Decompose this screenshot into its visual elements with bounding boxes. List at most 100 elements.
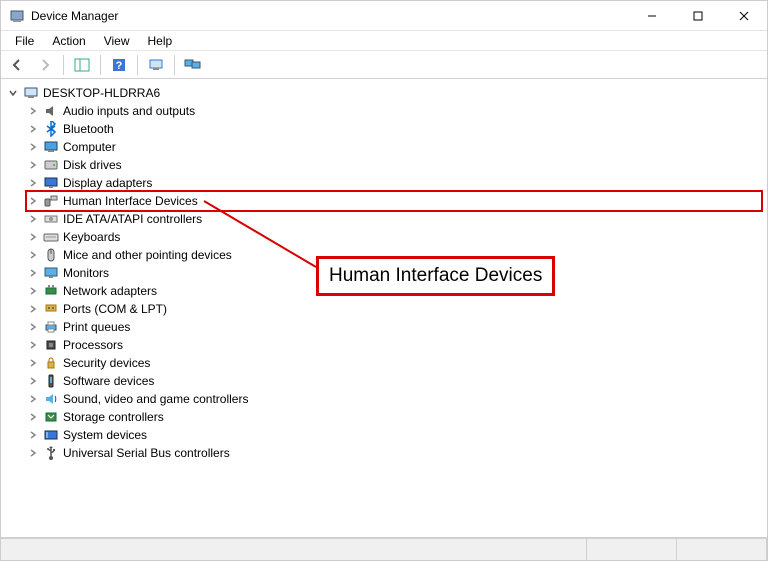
- chevron-right-icon[interactable]: [27, 159, 39, 171]
- chevron-right-icon[interactable]: [27, 285, 39, 297]
- maximize-button[interactable]: [675, 1, 721, 31]
- toolbar-separator: [174, 55, 175, 75]
- software-icon: [43, 373, 59, 389]
- keyboard-icon: [43, 229, 59, 245]
- chevron-right-icon[interactable]: [27, 231, 39, 243]
- annotation-callout: Human Interface Devices: [316, 256, 555, 296]
- menubar: File Action View Help: [1, 31, 767, 51]
- chevron-right-icon[interactable]: [27, 393, 39, 405]
- tree-category-node[interactable]: Universal Serial Bus controllers: [27, 444, 761, 462]
- tree-category-node[interactable]: Computer: [27, 138, 761, 156]
- chevron-right-icon[interactable]: [27, 141, 39, 153]
- chevron-down-icon[interactable]: [7, 87, 19, 99]
- chevron-right-icon[interactable]: [27, 195, 39, 207]
- chevron-right-icon[interactable]: [27, 357, 39, 369]
- printer-icon: [43, 319, 59, 335]
- tree-category-label: Display adapters: [63, 176, 152, 190]
- svg-text:?: ?: [116, 60, 123, 72]
- scan-hardware-button[interactable]: [144, 54, 168, 76]
- tree-category-label: IDE ATA/ATAPI controllers: [63, 212, 202, 226]
- tree-category-label: Security devices: [63, 356, 150, 370]
- chevron-right-icon[interactable]: [27, 375, 39, 387]
- usb-icon: [43, 445, 59, 461]
- menu-help[interactable]: Help: [140, 32, 181, 50]
- minimize-button[interactable]: [629, 1, 675, 31]
- tree-category-node[interactable]: Audio inputs and outputs: [27, 102, 761, 120]
- menu-action[interactable]: Action: [44, 32, 93, 50]
- tree-category-label: Storage controllers: [63, 410, 164, 424]
- tree-category-node[interactable]: Human Interface Devices: [27, 192, 761, 210]
- tree-category-label: Network adapters: [63, 284, 157, 298]
- menu-file[interactable]: File: [7, 32, 42, 50]
- ports-icon: [43, 301, 59, 317]
- chevron-right-icon[interactable]: [27, 123, 39, 135]
- tree-category-label: Audio inputs and outputs: [63, 104, 195, 118]
- tree-category-label: Human Interface Devices: [63, 194, 198, 208]
- toolbar-separator: [100, 55, 101, 75]
- device-tree[interactable]: DESKTOP-HLDRRA6 Audio inputs and outputs…: [1, 80, 767, 538]
- tree-root-label: DESKTOP-HLDRRA6: [43, 86, 160, 100]
- tree-category-node[interactable]: Software devices: [27, 372, 761, 390]
- network-icon: [43, 283, 59, 299]
- chevron-right-icon[interactable]: [27, 429, 39, 441]
- tree-category-node[interactable]: Disk drives: [27, 156, 761, 174]
- chevron-right-icon[interactable]: [27, 177, 39, 189]
- cpu-icon: [43, 337, 59, 353]
- back-button[interactable]: [5, 54, 29, 76]
- status-cell: [677, 539, 767, 560]
- chevron-right-icon[interactable]: [27, 447, 39, 459]
- titlebar: Device Manager: [1, 1, 767, 31]
- tree-root-node[interactable]: DESKTOP-HLDRRA6: [7, 84, 761, 102]
- security-icon: [43, 355, 59, 371]
- chevron-right-icon[interactable]: [27, 339, 39, 351]
- tree-category-node[interactable]: Keyboards: [27, 228, 761, 246]
- toolbar-separator: [137, 55, 138, 75]
- window-title: Device Manager: [31, 9, 118, 23]
- tree-category-label: System devices: [63, 428, 147, 442]
- computer-icon: [23, 85, 39, 101]
- tree-category-node[interactable]: IDE ATA/ATAPI controllers: [27, 210, 761, 228]
- show-hide-tree-button[interactable]: [70, 54, 94, 76]
- tree-category-node[interactable]: System devices: [27, 426, 761, 444]
- monitors-button[interactable]: [181, 54, 205, 76]
- display-icon: [43, 175, 59, 191]
- tree-category-node[interactable]: Sound, video and game controllers: [27, 390, 761, 408]
- storage-icon: [43, 409, 59, 425]
- chevron-right-icon[interactable]: [27, 213, 39, 225]
- tree-category-label: Keyboards: [63, 230, 120, 244]
- tree-category-node[interactable]: Processors: [27, 336, 761, 354]
- bluetooth-icon: [43, 121, 59, 137]
- chevron-right-icon[interactable]: [27, 303, 39, 315]
- sound-icon: [43, 391, 59, 407]
- disk-icon: [43, 157, 59, 173]
- chevron-right-icon[interactable]: [27, 267, 39, 279]
- menu-view[interactable]: View: [96, 32, 138, 50]
- toolbar: ?: [1, 51, 767, 79]
- tree-category-label: Computer: [63, 140, 116, 154]
- annotation-text: Human Interface Devices: [329, 265, 542, 286]
- tree-category-label: Monitors: [63, 266, 109, 280]
- tree-category-node[interactable]: Display adapters: [27, 174, 761, 192]
- tree-category-node[interactable]: Security devices: [27, 354, 761, 372]
- tree-category-node[interactable]: Storage controllers: [27, 408, 761, 426]
- tree-category-label: Ports (COM & LPT): [63, 302, 167, 316]
- mouse-icon: [43, 247, 59, 263]
- forward-button[interactable]: [33, 54, 57, 76]
- tree-category-label: Bluetooth: [63, 122, 114, 136]
- tree-category-node[interactable]: Ports (COM & LPT): [27, 300, 761, 318]
- tree-category-label: Software devices: [63, 374, 154, 388]
- chevron-right-icon[interactable]: [27, 249, 39, 261]
- chevron-right-icon[interactable]: [27, 411, 39, 423]
- tree-category-node[interactable]: Bluetooth: [27, 120, 761, 138]
- tree-category-label: Print queues: [63, 320, 130, 334]
- chevron-right-icon[interactable]: [27, 105, 39, 117]
- tree-category-node[interactable]: Print queues: [27, 318, 761, 336]
- tree-category-label: Disk drives: [63, 158, 122, 172]
- tree-category-label: Universal Serial Bus controllers: [63, 446, 230, 460]
- chevron-right-icon[interactable]: [27, 321, 39, 333]
- hid-icon: [43, 193, 59, 209]
- toolbar-separator: [63, 55, 64, 75]
- close-button[interactable]: [721, 1, 767, 31]
- help-button[interactable]: ?: [107, 54, 131, 76]
- status-cell: [1, 539, 587, 560]
